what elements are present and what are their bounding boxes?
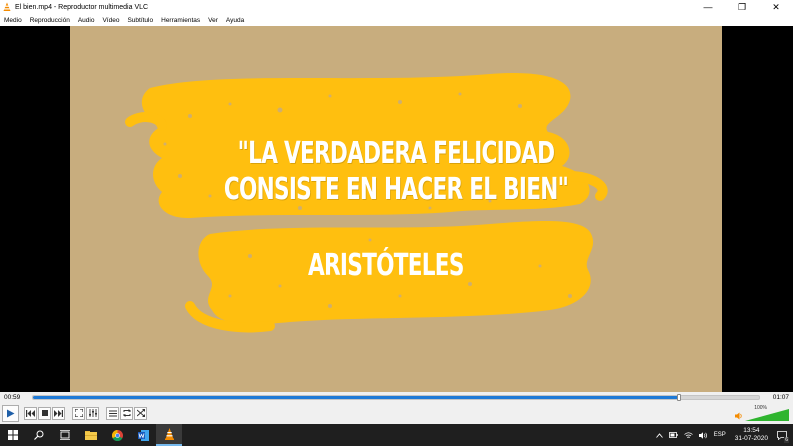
brush-stroke-graphic — [125, 73, 608, 333]
seek-bar[interactable] — [32, 394, 760, 401]
volume-level — [745, 409, 789, 421]
taskbar-word[interactable] — [130, 424, 156, 446]
quote-line-2: CONSISTE EN HACER EL BIEN" — [223, 172, 569, 207]
menu-ayuda[interactable]: Ayuda — [226, 17, 244, 24]
seek-bar-progress — [33, 396, 680, 399]
notification-count: 6 — [784, 436, 789, 443]
quote-author: ARISTÓTELES — [308, 248, 464, 283]
video-frame: "LA VERDADERA FELICIDAD CONSISTE EN HACE… — [70, 26, 722, 392]
control-buttons — [2, 404, 148, 422]
minimize-button[interactable]: — — [691, 0, 725, 14]
extended-settings-icon — [88, 409, 97, 417]
close-button[interactable]: ✕ — [759, 0, 793, 14]
menu-video[interactable]: Vídeo — [102, 17, 119, 24]
menu-medio[interactable]: Medio — [4, 17, 22, 24]
loop-icon — [123, 409, 130, 417]
seek-handle[interactable] — [677, 394, 682, 401]
stop-button[interactable] — [38, 406, 51, 420]
task-view-button[interactable] — [52, 424, 78, 446]
file-explorer-icon — [85, 431, 97, 440]
elapsed-time: 00:59 — [4, 394, 21, 401]
notifications-button[interactable]: 6 — [777, 430, 789, 443]
task-view-icon — [60, 430, 70, 440]
volume-control[interactable]: 100% — [733, 405, 789, 421]
shuffle-button[interactable] — [134, 406, 147, 420]
play-icon — [7, 409, 15, 417]
chrome-icon — [111, 429, 123, 441]
battery-button[interactable] — [668, 432, 678, 438]
fullscreen-icon — [74, 409, 83, 417]
clock-date: 31-07-2020 — [734, 435, 768, 442]
menu-reproduccion[interactable]: Reproducción — [30, 17, 70, 24]
playback-controls: 00:59 01:07 100% — [0, 392, 793, 424]
network-button[interactable] — [683, 431, 693, 439]
taskbar-chrome[interactable] — [104, 424, 130, 446]
menu-herramientas[interactable]: Herramientas — [161, 17, 200, 24]
window-title: El bien.mp4 - Reproductor multimedia VLC — [15, 3, 149, 11]
title-bar: El bien.mp4 - Reproductor multimedia VLC… — [0, 0, 793, 14]
clock[interactable]: 13:54 31-07-2020 — [735, 427, 768, 443]
search-button[interactable] — [26, 424, 52, 446]
quote-line-1: "LA VERDADERA FELICIDAD — [237, 136, 555, 171]
battery-icon — [668, 432, 678, 438]
speaker-icon — [735, 412, 742, 420]
stop-icon — [41, 410, 48, 416]
vlc-cone-icon — [3, 2, 11, 11]
menu-bar: Medio Reproducción Audio Vídeo Subtítulo… — [0, 14, 793, 26]
playlist-icon — [108, 409, 117, 417]
volume-slider[interactable] — [745, 409, 789, 421]
windows-start-icon — [8, 430, 18, 440]
previous-icon — [26, 409, 35, 417]
clock-time: 13:54 — [743, 427, 760, 434]
total-time: 01:07 — [772, 394, 789, 401]
wifi-icon — [683, 431, 693, 438]
search-icon — [34, 430, 44, 440]
window-controls: — ❐ ✕ — [691, 0, 793, 14]
menu-subtitulo[interactable]: Subtítulo — [127, 17, 153, 24]
speaker-icon — [698, 431, 707, 439]
system-tray: ESP 13:54 31-07-2020 6 — [653, 424, 793, 446]
menu-audio[interactable]: Audio — [78, 17, 95, 24]
fullscreen-button[interactable] — [72, 406, 85, 420]
chevron-up-icon — [655, 432, 663, 438]
taskbar-vlc[interactable] — [156, 424, 182, 446]
vlc-icon — [164, 428, 174, 440]
next-button[interactable] — [52, 406, 65, 420]
word-icon — [137, 429, 149, 441]
menu-ver[interactable]: Ver — [208, 17, 218, 24]
show-hidden-icons-button[interactable] — [655, 432, 663, 438]
playlist-button[interactable] — [106, 406, 119, 420]
windows-taskbar: ESP 13:54 31-07-2020 6 — [0, 424, 793, 446]
taskbar-file-explorer[interactable] — [78, 424, 104, 446]
shuffle-icon — [136, 409, 145, 417]
previous-button[interactable] — [24, 406, 37, 420]
play-button[interactable] — [2, 404, 19, 422]
loop-button[interactable] — [120, 406, 133, 420]
maximize-button[interactable]: ❐ — [725, 0, 759, 14]
start-button[interactable] — [0, 424, 26, 446]
video-area[interactable]: "LA VERDADERA FELICIDAD CONSISTE EN HACE… — [0, 26, 793, 392]
language-indicator[interactable]: ESP — [714, 432, 726, 438]
extended-settings-button[interactable] — [86, 406, 99, 420]
volume-tray-button[interactable] — [698, 431, 708, 439]
next-icon — [54, 409, 63, 417]
